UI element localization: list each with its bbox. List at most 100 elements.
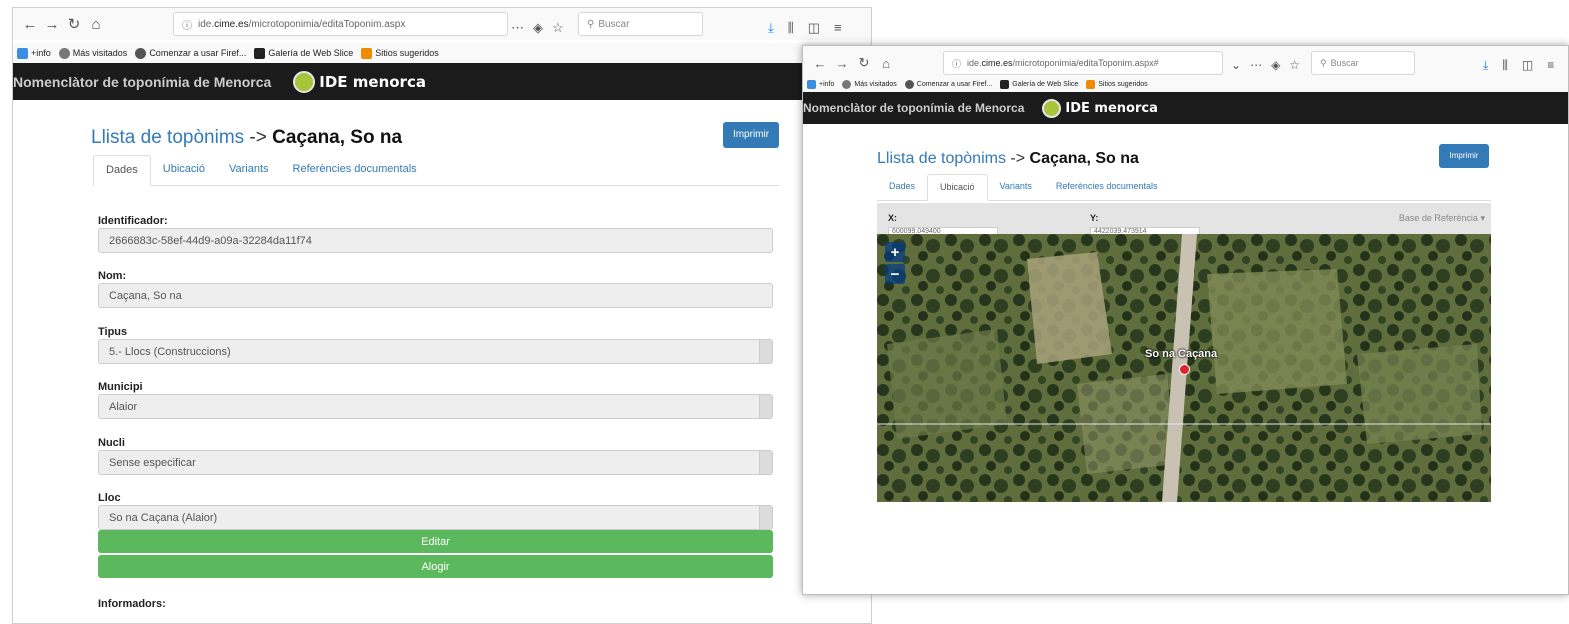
satellite-map[interactable]: + − So na Caçana xyxy=(877,234,1491,502)
toolbar-right-icons: ⤓ ⫼ ◫ ≡ xyxy=(768,20,856,36)
chevron-down-icon[interactable]: ⌄ xyxy=(1231,58,1241,72)
download-icon[interactable]: ⤓ xyxy=(768,20,774,36)
toolbar-right-icons: ⤓ ⫼ ◫ ≡ xyxy=(1483,58,1568,73)
bookmark-get-started[interactable]: Comenzar a usar Firef... xyxy=(135,47,247,59)
firefox-icon xyxy=(135,47,147,59)
menu-icon[interactable]: ≡ xyxy=(834,20,842,36)
search-input[interactable]: ⚲ Buscar xyxy=(1311,51,1415,75)
download-icon[interactable]: ⤓ xyxy=(1483,58,1488,73)
dropdown-caret-icon xyxy=(759,451,772,474)
municipi-select[interactable]: Alaior xyxy=(98,394,773,419)
logo-text: IDE menorca xyxy=(1065,100,1158,116)
location-pin-icon[interactable] xyxy=(1179,364,1190,375)
browser-window-dades: ← → ↻ ⌂ ⓘ ide. cime.es/microtoponimia/edi… xyxy=(12,7,872,624)
url-bar[interactable]: ⓘ ide. cime.es/microtoponimia/editaToponi… xyxy=(943,51,1223,75)
gear-icon xyxy=(58,47,70,59)
more-icon[interactable]: ⋯ xyxy=(511,20,524,36)
back-icon[interactable]: ← xyxy=(809,56,831,71)
edit-button[interactable]: Editar xyxy=(98,530,773,553)
ide-menorca-logo[interactable]: IDE menorca xyxy=(1042,98,1158,118)
home-icon[interactable]: ⌂ xyxy=(875,56,897,71)
reload-icon[interactable]: ↻ xyxy=(63,15,85,33)
informadors-label: Informadors: xyxy=(98,598,166,610)
library-icon[interactable]: ⫼ xyxy=(1502,58,1508,73)
tab-bar: Dades Ubicació Variants Referències docu… xyxy=(93,155,779,186)
ide-menorca-logo[interactable]: IDE menorca xyxy=(293,70,426,93)
sidebar-icon[interactable]: ◫ xyxy=(1522,58,1533,73)
delete-button[interactable]: Alogir xyxy=(98,555,773,578)
y-label: Y: xyxy=(1090,213,1099,223)
bookmark-label: Comenzar a usar Firef... xyxy=(149,48,247,58)
reload-icon[interactable]: ↻ xyxy=(853,55,875,71)
more-icon[interactable]: ⋯ xyxy=(1250,58,1262,72)
tab-dades[interactable]: Dades xyxy=(877,174,927,200)
bookmark-label: +info xyxy=(31,48,51,58)
map-place-label: So na Caçana xyxy=(1145,348,1218,360)
breadcrumb-current: Caçana, So na xyxy=(272,127,403,148)
forward-icon[interactable]: → xyxy=(41,16,63,33)
pocket-icon[interactable]: ◈ xyxy=(1271,58,1280,72)
bookmarks-bar: +info Más visitados Comenzar a usar Fire… xyxy=(803,75,1568,93)
bookmark-icon xyxy=(807,79,816,89)
logo-text: IDE menorca xyxy=(319,72,426,91)
tab-referencies[interactable]: Referències documentals xyxy=(1044,174,1170,200)
url-prefix: ide. xyxy=(967,58,982,68)
home-icon[interactable]: ⌂ xyxy=(85,16,107,33)
bookmark-suggested[interactable]: Sitios sugeridos xyxy=(361,47,439,59)
lloc-value: So na Caçana (Alaior) xyxy=(109,511,218,524)
breadcrumb-link[interactable]: Llista de topònims xyxy=(877,150,1006,167)
url-bar[interactable]: ⓘ ide. cime.es/microtoponimia/editaToponi… xyxy=(173,12,508,36)
bookmark-suggested[interactable]: Sitios sugeridos xyxy=(1086,79,1148,89)
bookmark-label: Galería de Web Slice xyxy=(268,48,354,58)
pocket-icon[interactable]: ◈ xyxy=(533,20,543,36)
library-icon[interactable]: ⫼ xyxy=(788,20,794,36)
bookmark-most-visited[interactable]: Más visitados xyxy=(842,79,897,89)
url-path: /microtoponimia/editaToponim.aspx xyxy=(248,18,406,30)
base-reference-label: Base de Referència xyxy=(1398,213,1478,223)
menu-icon[interactable]: ≡ xyxy=(1547,58,1554,73)
forward-icon[interactable]: → xyxy=(831,56,853,71)
print-button[interactable]: Imprimir xyxy=(1439,144,1489,168)
tab-ubicacio[interactable]: Ubicació xyxy=(927,174,988,201)
back-icon[interactable]: ← xyxy=(19,16,41,33)
bookmark-web-slice[interactable]: Galería de Web Slice xyxy=(1000,79,1078,89)
site-title[interactable]: Nomenclàtor de toponímia de Menorca xyxy=(13,74,271,90)
tab-variants[interactable]: Variants xyxy=(988,174,1044,200)
nom-label: Nom: xyxy=(98,270,127,282)
tab-variants[interactable]: Variants xyxy=(217,155,281,185)
tab-ubicacio[interactable]: Ubicació xyxy=(151,155,217,185)
zoom-out-button[interactable]: − xyxy=(885,264,905,284)
bookmark-most-visited[interactable]: Más visitados xyxy=(58,47,128,59)
bookmark-label: Comenzar a usar Firef... xyxy=(916,80,993,88)
nucli-select[interactable]: Sense especificar xyxy=(98,450,773,475)
zoom-in-button[interactable]: + xyxy=(885,242,905,262)
bookmark-info[interactable]: +info xyxy=(807,79,834,89)
info-icon: ⓘ xyxy=(182,20,192,32)
bookmark-info[interactable]: +info xyxy=(17,47,51,59)
tab-referencies[interactable]: Referències documentals xyxy=(281,155,429,185)
bookmark-star-icon[interactable]: ☆ xyxy=(1289,58,1300,72)
page-title: Llista de topònims -> Caçana, So na xyxy=(877,150,1139,168)
bookmark-get-started[interactable]: Comenzar a usar Firef... xyxy=(904,79,993,89)
nucli-label: Nucli xyxy=(98,437,125,449)
caret-down-icon: ▾ xyxy=(1480,213,1485,223)
web-slice-icon xyxy=(254,47,266,59)
tab-dades[interactable]: Dades xyxy=(93,155,151,186)
breadcrumb-link[interactable]: Llista de topònims xyxy=(91,127,244,148)
lloc-select[interactable]: So na Caçana (Alaior) xyxy=(98,505,773,530)
page-actions: ⌄ ⋯ ◈ ☆ xyxy=(1231,58,1309,72)
bookmarks-bar: +info Más visitados Comenzar a usar Fire… xyxy=(13,43,871,63)
bookmark-label: Más visitados xyxy=(72,48,128,58)
search-input[interactable]: ⚲ Buscar xyxy=(578,12,703,36)
lloc-label: Lloc xyxy=(98,492,121,504)
bookmark-star-icon[interactable]: ☆ xyxy=(552,20,564,36)
breadcrumb-current: Caçana, So na xyxy=(1029,150,1139,167)
sidebar-icon[interactable]: ◫ xyxy=(808,20,820,36)
ide-logo-icon xyxy=(1042,98,1062,118)
site-title[interactable]: Nomenclàtor de toponímia de Menorca xyxy=(803,101,1024,115)
tipus-select[interactable]: 5.- Llocs (Construccions) xyxy=(98,339,773,364)
bookmark-web-slice[interactable]: Galería de Web Slice xyxy=(254,47,354,59)
print-button[interactable]: Imprimir xyxy=(723,122,779,148)
base-reference-dropdown[interactable]: Base de Referència ▾ xyxy=(1399,213,1485,224)
url-domain: cime.es xyxy=(981,58,1013,68)
